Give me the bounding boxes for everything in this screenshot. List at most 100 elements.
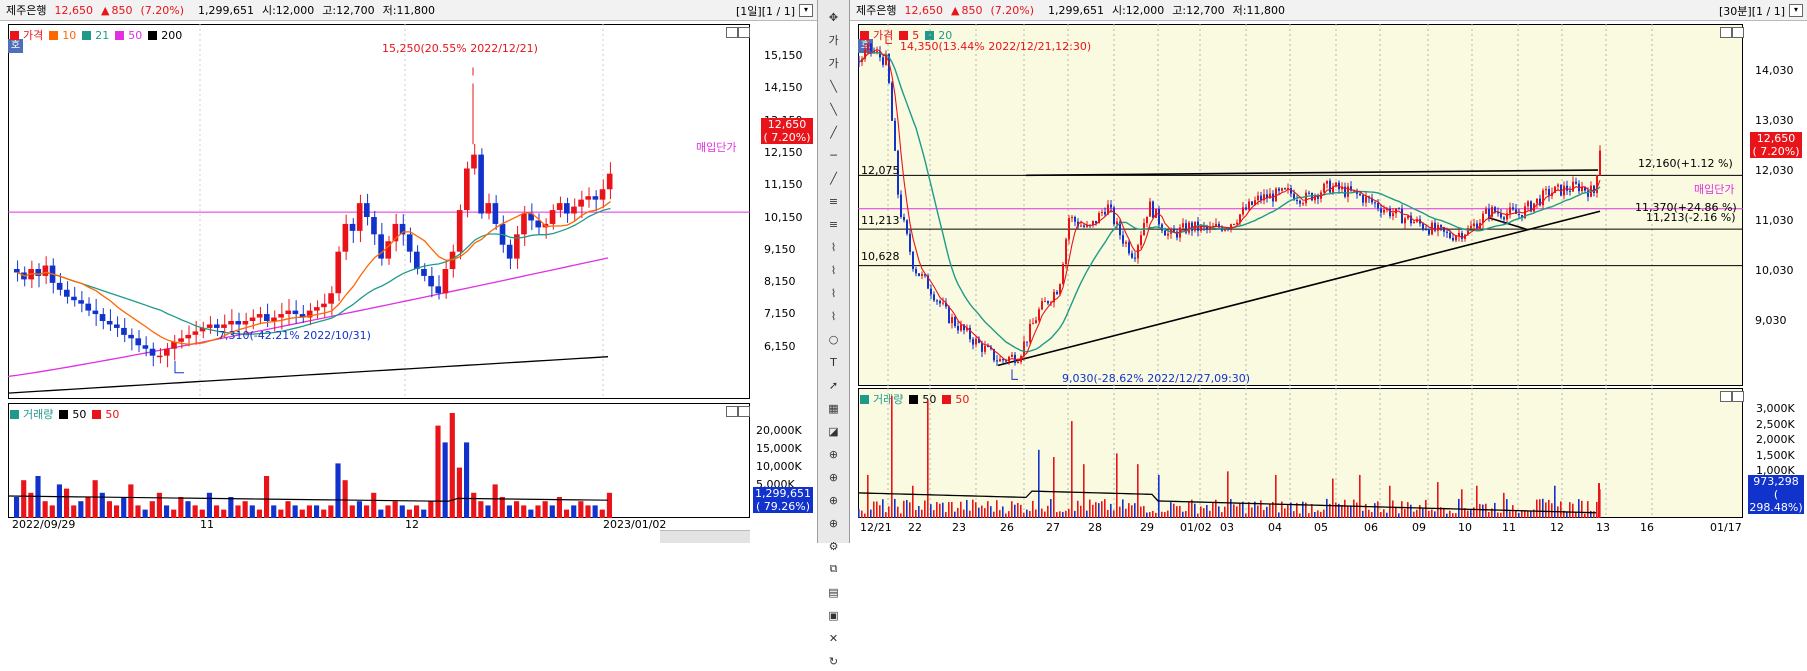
volume-bar xyxy=(1386,512,1388,518)
copy-icon[interactable]: ⧉ xyxy=(823,559,845,579)
daily-scrollbar[interactable] xyxy=(660,530,750,543)
drawing-toolbar: ✥ 가 가 ╲ ╲ ╱ ─ ╱ ≡ ≡ ⌇ ⌇ ⌇ ⌇ ○ T ➚ ▦ ◪ ⊕ ⊕ ⊕ ⊕ ⚙ ⧉ ▤ ▣ ✕ ↻ xyxy=(818,0,850,668)
volume-bar xyxy=(942,502,944,518)
volume-bar xyxy=(984,508,986,518)
volume-bar xyxy=(1425,499,1427,518)
candle xyxy=(1305,192,1307,204)
arrow-icon[interactable]: ➚ xyxy=(823,375,845,395)
volume-bar xyxy=(990,506,992,518)
volume-bar xyxy=(356,501,362,518)
refresh-icon[interactable]: ↻ xyxy=(823,651,845,671)
candle xyxy=(556,203,563,211)
candle xyxy=(972,339,974,345)
channel-icon[interactable]: ⌇ xyxy=(823,237,845,257)
channel-icon[interactable]: ⌇ xyxy=(823,306,845,326)
settings-icon[interactable]: ⚙ xyxy=(823,536,845,556)
zoom-icon[interactable]: ⊕ xyxy=(823,490,845,510)
volume-bar xyxy=(1560,501,1562,518)
price-icon[interactable]: 가 xyxy=(823,30,845,50)
line-tool-icon[interactable]: ╱ xyxy=(823,168,845,188)
volume-bar xyxy=(1323,509,1325,518)
candle xyxy=(249,317,256,321)
candle xyxy=(975,338,977,345)
candle xyxy=(1047,301,1049,304)
candle xyxy=(1422,223,1424,230)
pane-menu-icon[interactable]: ▾ xyxy=(1789,4,1803,17)
avg-purchase-label: 매입단가 xyxy=(696,141,737,154)
volume-bar xyxy=(406,509,412,518)
candle xyxy=(228,321,234,325)
channel-icon[interactable]: ⌇ xyxy=(823,283,845,303)
volume-bar xyxy=(456,467,462,518)
zoom-icon[interactable]: ⊕ xyxy=(823,467,845,487)
crosshair-icon[interactable]: ✥ xyxy=(823,7,845,27)
volume-bar xyxy=(1347,505,1349,518)
volume-bar xyxy=(1317,510,1319,518)
price-icon[interactable]: 가 xyxy=(823,53,845,73)
candle xyxy=(506,244,513,259)
volume-bar xyxy=(888,506,890,518)
volume-bar xyxy=(414,505,420,518)
volume-bar xyxy=(1449,510,1451,518)
daily-chart-pane[interactable]: 제주은행 12,650 ▲ 850 (7.20%) 1,299,651 시:12… xyxy=(0,0,818,543)
candle xyxy=(1398,208,1400,210)
zoom-icon[interactable]: ⊕ xyxy=(823,444,845,464)
volume-bar xyxy=(1368,509,1370,518)
indicator-icon[interactable]: ◪ xyxy=(823,421,845,441)
volume-bar xyxy=(1278,512,1280,518)
line-tool-icon[interactable]: ╲ xyxy=(823,76,845,96)
volume-bar xyxy=(1125,508,1127,518)
volume-bar xyxy=(564,509,570,518)
candle xyxy=(1299,200,1301,204)
candle xyxy=(92,310,99,315)
candle xyxy=(1044,301,1046,303)
volume-bar xyxy=(951,501,953,518)
delete-icon[interactable]: ✕ xyxy=(823,628,845,648)
save-icon[interactable]: ▣ xyxy=(823,605,845,625)
print-icon[interactable]: ▤ xyxy=(823,582,845,602)
text-icon[interactable]: T xyxy=(823,352,845,372)
avg-purchase-label: 매입단가 xyxy=(1694,183,1735,196)
volume-bar xyxy=(1074,510,1076,518)
time-axis-tick: 11 xyxy=(1502,521,1516,534)
volume-bar xyxy=(1572,503,1574,518)
grid-icon[interactable]: ▦ xyxy=(823,398,845,418)
period-page-indicator[interactable]: [1일][1 / 1] xyxy=(736,3,795,19)
candle xyxy=(1029,323,1031,342)
volume-bar xyxy=(549,505,555,518)
candle xyxy=(1158,209,1160,225)
candle xyxy=(1278,188,1280,191)
price-axis-tick: 9,030 xyxy=(1755,314,1787,327)
line-tool-icon[interactable]: ╱ xyxy=(823,122,845,142)
volume-axis-tick: 1,500K xyxy=(1756,448,1795,462)
volume-bar xyxy=(1461,489,1463,518)
time-axis-tick: 05 xyxy=(1314,521,1328,534)
fibo-icon[interactable]: ≡ xyxy=(823,214,845,234)
channel-icon[interactable]: ⌇ xyxy=(823,260,845,280)
period-page-indicator[interactable]: [30분][1 / 1] xyxy=(1719,3,1785,19)
volume-bar xyxy=(981,505,983,518)
volume-bar xyxy=(1209,510,1211,518)
volume-bar xyxy=(1038,449,1040,518)
zoom-icon[interactable]: ⊕ xyxy=(823,513,845,533)
volume-bar xyxy=(1068,508,1070,518)
volume-bar xyxy=(876,501,878,518)
volume-bar xyxy=(882,499,884,518)
candle xyxy=(1068,218,1070,240)
candle xyxy=(1056,291,1058,295)
line-tool-icon[interactable]: ─ xyxy=(823,145,845,165)
candle xyxy=(1083,225,1085,227)
fibo-icon[interactable]: ≡ xyxy=(823,191,845,211)
volume-bar xyxy=(421,509,427,518)
candle xyxy=(428,275,434,287)
volume-bar xyxy=(306,505,312,518)
candle xyxy=(1449,232,1451,238)
volume-axis-tick: 2,000K xyxy=(1756,433,1795,447)
cycle-icon[interactable]: ○ xyxy=(823,329,845,349)
intraday-chart-pane[interactable]: 제주은행 12,650 ▲ 850 (7.20%) 1,299,651 시:12… xyxy=(850,0,1807,543)
pane-menu-icon[interactable]: ▾ xyxy=(799,4,813,17)
volume-bar xyxy=(969,510,971,518)
volume-bar xyxy=(1230,499,1232,518)
line-tool-icon[interactable]: ╲ xyxy=(823,99,845,119)
candle xyxy=(599,189,606,200)
